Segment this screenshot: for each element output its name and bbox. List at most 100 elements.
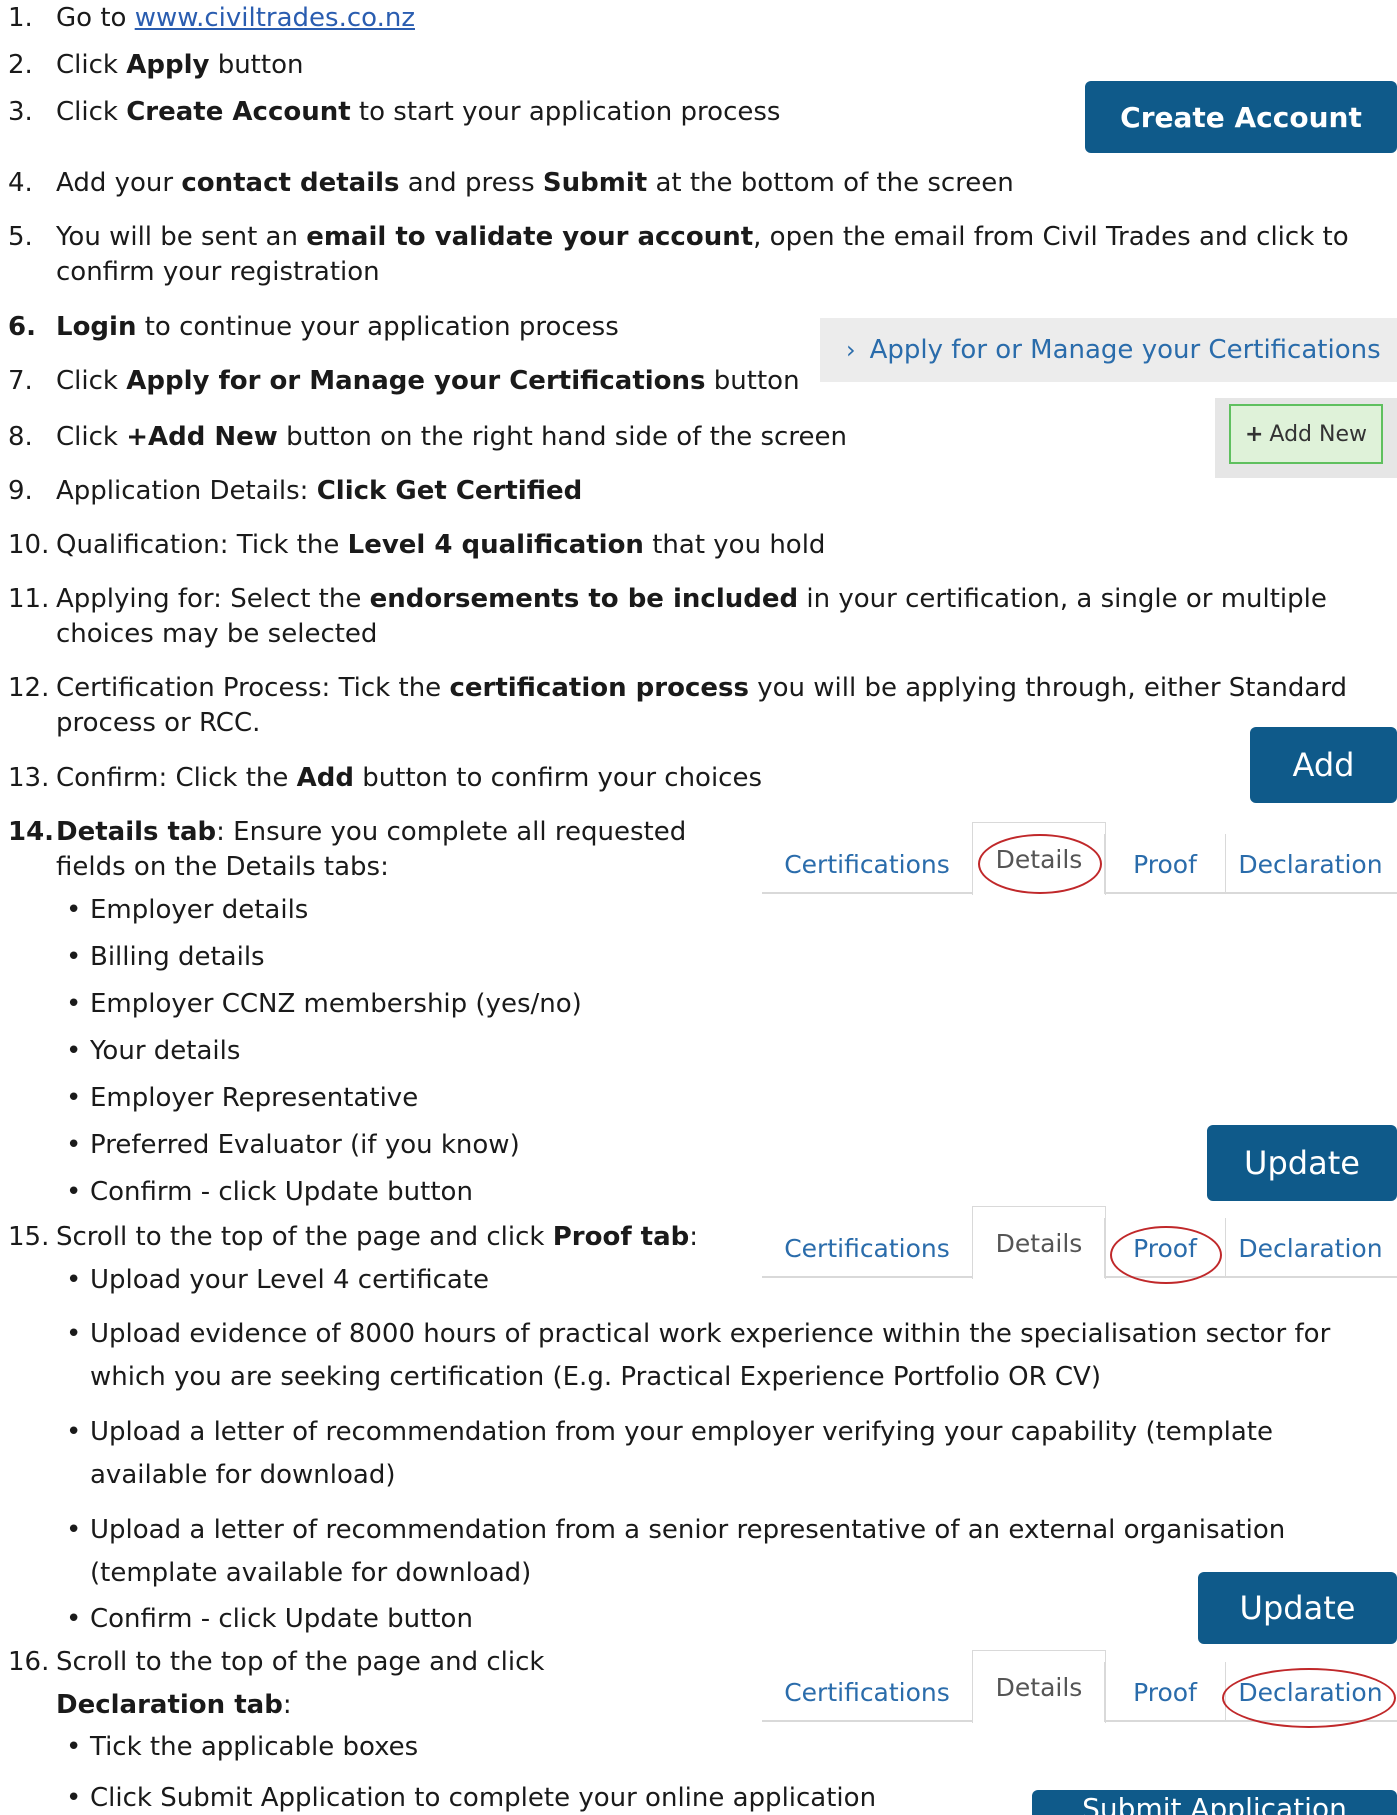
tab-proof[interactable]: Proof xyxy=(1104,1662,1226,1722)
bullet-text: which you are seeking certification (E.g… xyxy=(90,1362,1101,1392)
step-14-continuation: fields on the Details tabs: xyxy=(56,852,389,882)
create-account-button[interactable]: Create Account xyxy=(1085,81,1397,153)
bullet-text: Click Submit Application to complete you… xyxy=(90,1783,877,1813)
update-button[interactable]: Update xyxy=(1207,1125,1397,1201)
bullet-text: Upload your Level 4 certificate xyxy=(90,1265,489,1295)
step-number: 11. xyxy=(8,584,50,614)
step-number: 1. xyxy=(8,3,33,33)
tab-certifications[interactable]: Certifications xyxy=(762,1662,972,1722)
tab-declaration[interactable]: Declaration xyxy=(1224,1218,1397,1278)
step-number: 8. xyxy=(8,422,33,452)
bullet-text: available for download) xyxy=(90,1460,396,1490)
update-button[interactable]: Update xyxy=(1198,1572,1397,1644)
step-text: Certification Process: Tick the xyxy=(56,673,450,703)
step-5-continuation: confirm your registration xyxy=(56,257,380,287)
step-number: 12. xyxy=(8,673,50,703)
highlight-ring xyxy=(978,834,1102,894)
step-number: 9. xyxy=(8,476,33,506)
step-number: 10. xyxy=(8,530,50,560)
step-number: 16. xyxy=(8,1647,50,1677)
step-11-continuation: choices may be selected xyxy=(56,619,378,649)
bullet-text: Employer Representative xyxy=(90,1083,419,1113)
step-emphasis: email to validate your account xyxy=(306,222,754,252)
step-text: : xyxy=(689,1222,699,1252)
plus-icon: + xyxy=(1244,421,1264,447)
step-number: 5. xyxy=(8,222,33,252)
bullet-text: Employer CCNZ membership (yes/no) xyxy=(90,989,582,1019)
bullet-text: Tick the applicable boxes xyxy=(90,1732,419,1762)
tab-certifications[interactable]: Certifications xyxy=(762,834,972,894)
step-emphasis: +Add New xyxy=(126,422,278,452)
tab-details[interactable]: Details xyxy=(972,1206,1106,1279)
bullet: • xyxy=(66,1732,82,1762)
add-new-panel: + Add New xyxy=(1215,398,1397,478)
step-text: to continue your application process xyxy=(136,312,619,342)
step-emphasis: Login xyxy=(56,312,137,342)
bullet: • xyxy=(66,989,82,1019)
tab-declaration[interactable]: Declaration xyxy=(1224,834,1397,894)
bullet: • xyxy=(66,1083,82,1113)
step-emphasis: Apply xyxy=(126,50,210,80)
bullet: • xyxy=(66,1783,82,1813)
step-text: to start your application process xyxy=(350,97,781,127)
bullet-text: Confirm - click Update button xyxy=(90,1604,473,1634)
step-emphasis: endorsements to be included xyxy=(369,584,799,614)
step-text: Applying for: Select the xyxy=(56,584,370,614)
step-text: in your certification, a single or multi… xyxy=(798,584,1327,614)
website-link[interactable]: www.civiltrades.co.nz xyxy=(135,3,415,33)
tab-bar-declaration: Certifications Details Proof Declaration xyxy=(762,1650,1397,1728)
step-emphasis: Click Get Certified xyxy=(316,476,583,506)
highlight-ring xyxy=(1110,1226,1222,1284)
step-number: 13. xyxy=(8,763,50,793)
tab-proof[interactable]: Proof xyxy=(1104,834,1226,894)
bullet-text: Your details xyxy=(90,1036,241,1066)
bullet: • xyxy=(66,1130,82,1160)
bullet: • xyxy=(66,1036,82,1066)
step-text: Application Details: xyxy=(56,476,317,506)
bullet-text: (template available for download) xyxy=(90,1558,532,1588)
step-text: , open the email from Civil Trades and c… xyxy=(753,222,1349,252)
step-text: You will be sent an xyxy=(56,222,307,252)
step-text: you will be applying through, either Sta… xyxy=(748,673,1348,703)
step-text: and press xyxy=(399,168,543,198)
add-new-button[interactable]: + Add New xyxy=(1229,404,1383,464)
tab-details[interactable]: Details xyxy=(972,1650,1106,1723)
tab-bar-details: Certifications Details Proof Declaration xyxy=(762,822,1397,900)
add-new-label: Add New xyxy=(1269,421,1367,447)
step-16-continuation: Declaration tab: xyxy=(56,1690,292,1720)
bullet-text: Upload a letter of recommendation from a… xyxy=(90,1515,1286,1545)
bullet: • xyxy=(66,942,82,972)
step-emphasis: certification process xyxy=(449,673,749,703)
bullet: • xyxy=(66,1265,82,1295)
step-text: button xyxy=(209,50,304,80)
tab-bar-proof: Certifications Details Proof Declaration xyxy=(762,1206,1397,1284)
step-number: 15. xyxy=(8,1222,50,1252)
add-button[interactable]: Add xyxy=(1250,727,1397,803)
step-text: button xyxy=(705,366,800,396)
bullet: • xyxy=(66,1604,82,1634)
step-emphasis: Add xyxy=(296,763,355,793)
step-number: 7. xyxy=(8,366,33,396)
bullet: • xyxy=(66,1319,82,1349)
step-12-continuation: process or RCC. xyxy=(56,708,261,738)
step-text: button to confirm your choices xyxy=(354,763,763,793)
step-text: at the bottom of the screen xyxy=(647,168,1014,198)
tab-certifications[interactable]: Certifications xyxy=(762,1218,972,1278)
step-text: button on the right hand side of the scr… xyxy=(277,422,847,452)
step-text: Qualification: Tick the xyxy=(56,530,348,560)
step-emphasis: Details tab xyxy=(56,817,217,847)
bullet: • xyxy=(66,895,82,925)
chevron-right-icon: › xyxy=(846,336,856,364)
step-text: Add your xyxy=(56,168,182,198)
step-emphasis: Apply for or Manage your Certifications xyxy=(126,366,706,396)
step-text: : Ensure you complete all requested xyxy=(216,817,687,847)
bullet-text: Upload evidence of 8000 hours of practic… xyxy=(90,1319,1331,1349)
submit-application-button[interactable]: Submit Application xyxy=(1032,1790,1397,1815)
step-number: 3. xyxy=(8,97,33,127)
apply-manage-certifications-button[interactable]: › Apply for or Manage your Certification… xyxy=(820,318,1397,382)
step-text: Confirm: Click the xyxy=(56,763,297,793)
step-text: Click xyxy=(56,422,127,452)
bullet: • xyxy=(66,1515,82,1545)
bullet-text: Employer details xyxy=(90,895,309,925)
step-number: 6. xyxy=(8,312,36,342)
